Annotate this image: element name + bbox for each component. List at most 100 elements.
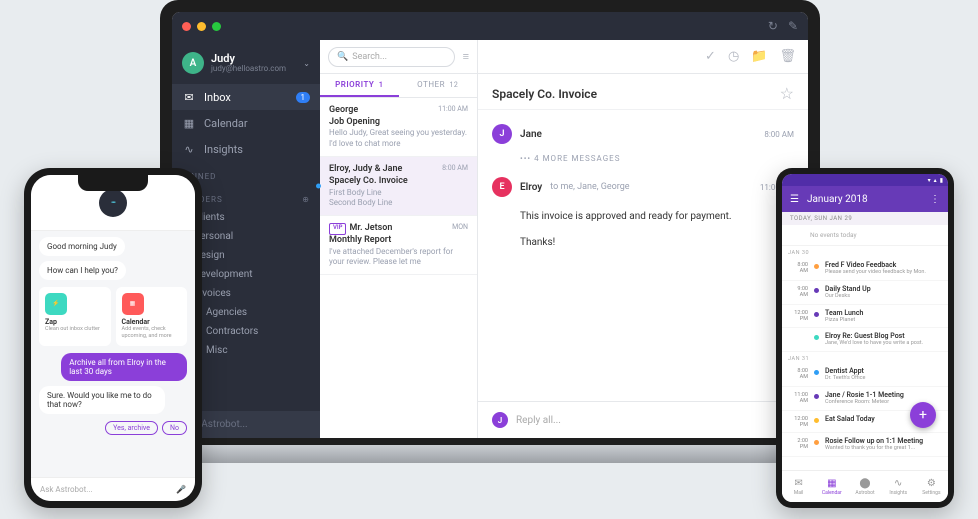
tab-other-label: OTHER bbox=[417, 80, 445, 89]
msg-preview: Hello Judy, Great seeing you yesterday. … bbox=[329, 128, 468, 149]
nav-mail[interactable]: ✉Mail bbox=[782, 471, 815, 502]
insights-icon: ∿ bbox=[182, 142, 196, 156]
event-item[interactable]: 8:00 AMDentist ApptDr. Teeth's Office bbox=[782, 363, 948, 387]
thread-body: This invoice is approved and ready for p… bbox=[492, 201, 794, 251]
mic-icon[interactable]: 🎤 bbox=[176, 485, 186, 494]
nav-settings[interactable]: ⚙Settings bbox=[915, 471, 948, 502]
android-statusbar: ▾▴▮ bbox=[782, 174, 948, 186]
zap-card[interactable]: ⚡ Zap Clean out inbox clutter bbox=[39, 287, 111, 346]
check-icon[interactable]: ✓ bbox=[705, 49, 716, 64]
nav-astrobot[interactable]: ⬤Astrobot bbox=[848, 471, 881, 502]
inbox-icon: ✉ bbox=[182, 90, 196, 104]
event-title: Daily Stand Up bbox=[825, 285, 942, 293]
card-title: Zap bbox=[45, 318, 105, 326]
event-item[interactable]: 12:00 PM Team LunchPizza Planet bbox=[782, 305, 948, 328]
calendar-icon: ▦ bbox=[827, 478, 836, 489]
list-toolbar: 🔍 Search... ≡ bbox=[320, 40, 477, 74]
event-sub: Dr. Teeth's Office bbox=[825, 375, 942, 382]
filter-icon[interactable]: ≡ bbox=[463, 50, 469, 63]
tab-priority[interactable]: PRIORITY 1 bbox=[320, 74, 399, 97]
vip-badge: VIP bbox=[329, 223, 346, 235]
nav-calendar[interactable]: ▦Calendar bbox=[815, 471, 848, 502]
chevron-down-icon[interactable]: ⌄ bbox=[303, 59, 310, 68]
minimize-dot[interactable] bbox=[197, 22, 206, 31]
message-item[interactable]: VIPMr. JetsonMON Monthly Report I've att… bbox=[320, 216, 477, 275]
mail-icon: ✉ bbox=[794, 478, 802, 489]
wifi-icon: ▾ bbox=[928, 177, 931, 184]
nav-calendar[interactable]: ▦ Calendar bbox=[172, 110, 320, 136]
day-label: Jan 30 bbox=[782, 246, 948, 257]
nav-inbox[interactable]: ✉ Inbox 1 bbox=[172, 84, 320, 110]
calendar-icon: ▦ bbox=[182, 116, 196, 130]
nav-label: Insights bbox=[889, 490, 907, 496]
event-time: 12:00 PM bbox=[788, 415, 808, 428]
thread-message-collapsed[interactable]: J Jane 8:00 AM bbox=[492, 120, 794, 148]
event-item[interactable]: 9:00 AMDaily Stand UpOur Desks bbox=[782, 281, 948, 305]
body-line: This invoice is approved and ready for p… bbox=[520, 209, 794, 225]
event-dot-icon bbox=[814, 312, 819, 317]
nav-label: Calendar bbox=[822, 490, 842, 496]
avatar-icon: E bbox=[492, 177, 512, 197]
bot-message: Sure. Would you like me to do that now? bbox=[39, 386, 165, 414]
calendar-card[interactable]: ▦ Calendar Add events, check upcoming, a… bbox=[116, 287, 188, 346]
thread-sender: Jane bbox=[520, 129, 542, 140]
event-item[interactable]: Elroy Re: Guest Blog PostJane, We'd love… bbox=[782, 328, 948, 352]
calendar-icon: ▦ bbox=[122, 293, 144, 315]
message-item[interactable]: Elroy, Judy & Jane 8:00 AM Spacely Co. In… bbox=[320, 157, 477, 216]
nav-insights[interactable]: ∿Insights bbox=[882, 471, 915, 502]
message-list-column: 🔍 Search... ≡ PRIORITY 1 OTHER 12 bbox=[320, 40, 478, 438]
chat-input[interactable]: Ask Astrobot... 🎤 bbox=[31, 477, 195, 501]
yes-archive-button[interactable]: Yes, archive bbox=[105, 421, 158, 435]
body-line: Thanks! bbox=[520, 235, 794, 251]
pin-icon[interactable]: ☆ bbox=[780, 84, 794, 103]
snooze-icon[interactable]: ◷ bbox=[728, 49, 739, 64]
sync-icon[interactable]: ↻ bbox=[768, 19, 778, 33]
event-title: Team Lunch bbox=[825, 309, 863, 317]
msg-preview: First Body Line Second Body Line bbox=[329, 188, 468, 209]
battery-icon: ▮ bbox=[940, 177, 943, 184]
compose-icon[interactable]: ✎ bbox=[788, 19, 798, 33]
astrobot-avatar-icon bbox=[99, 189, 127, 217]
card-title: Calendar bbox=[122, 318, 182, 326]
move-icon[interactable]: 📁 bbox=[751, 49, 767, 64]
event-sub: Jane, We'd love to have you write a post… bbox=[825, 340, 942, 347]
search-placeholder: Search... bbox=[352, 52, 387, 62]
event-dot-icon bbox=[814, 370, 819, 375]
phone-left-frame: Good morning Judy How can I help you? ⚡ … bbox=[24, 168, 202, 508]
event-item[interactable]: 8:00 AMFred F Video FeedbackPlease send … bbox=[782, 257, 948, 281]
day-label: Jan 31 bbox=[782, 352, 948, 363]
maximize-dot[interactable] bbox=[212, 22, 221, 31]
nav-insights[interactable]: ∿ Insights bbox=[172, 136, 320, 162]
calendar-header: ☰ January 2018 ⋮ bbox=[782, 186, 948, 212]
profile-block[interactable]: A Judy judy@helloastro.com ⌄ bbox=[172, 48, 320, 84]
msg-time: 8:00 AM bbox=[442, 164, 468, 176]
menu-icon[interactable]: ☰ bbox=[790, 194, 799, 205]
avatar-icon: J bbox=[492, 412, 508, 428]
inbox-tabs: PRIORITY 1 OTHER 12 bbox=[320, 74, 477, 98]
tab-other[interactable]: OTHER 12 bbox=[399, 74, 478, 97]
detail-toolbar: ✓ ◷ 📁 🗑 bbox=[478, 40, 808, 74]
no-button[interactable]: No bbox=[162, 421, 187, 435]
reply-bar[interactable]: J Reply all... ⤢ bbox=[478, 401, 808, 438]
event-sub: Pizza Planet bbox=[825, 317, 863, 323]
nav-inbox-label: Inbox bbox=[204, 91, 231, 104]
reply-placeholder: Reply all... bbox=[516, 415, 773, 426]
chat-area: Good morning Judy How can I help you? ⚡ … bbox=[31, 231, 195, 477]
search-input[interactable]: 🔍 Search... bbox=[328, 47, 455, 67]
add-folder-icon[interactable]: ⊕ bbox=[302, 195, 310, 204]
trash-icon[interactable]: 🗑 bbox=[779, 49, 796, 64]
msg-from: Mr. Jetson bbox=[349, 223, 392, 235]
laptop-frame: ↻ ✎ A Judy judy@helloastro.com ⌄ ✉ Inbox bbox=[160, 0, 820, 450]
more-icon[interactable]: ⋮ bbox=[930, 194, 940, 205]
thread-message-header[interactable]: E Elroy to me, Jane, George 11:00 AM bbox=[492, 173, 794, 201]
msg-subject: Spacely Co. Invoice bbox=[329, 176, 468, 188]
tab-priority-label: PRIORITY bbox=[335, 80, 374, 89]
event-item[interactable]: 2:00 PMRosie Follow up on 1:1 MeetingWan… bbox=[782, 433, 948, 457]
event-time: 12:00 PM bbox=[788, 309, 808, 322]
close-dot[interactable] bbox=[182, 22, 191, 31]
message-item[interactable]: George11:00 AM Job Opening Hello Judy, G… bbox=[320, 98, 477, 157]
calendar-month-label: January 2018 bbox=[807, 194, 868, 205]
more-messages-toggle[interactable]: ••• 4 MORE MESSAGES bbox=[492, 148, 794, 173]
msg-from: Elroy, Judy & Jane bbox=[329, 164, 402, 176]
fab-add-button[interactable]: + bbox=[910, 402, 936, 428]
